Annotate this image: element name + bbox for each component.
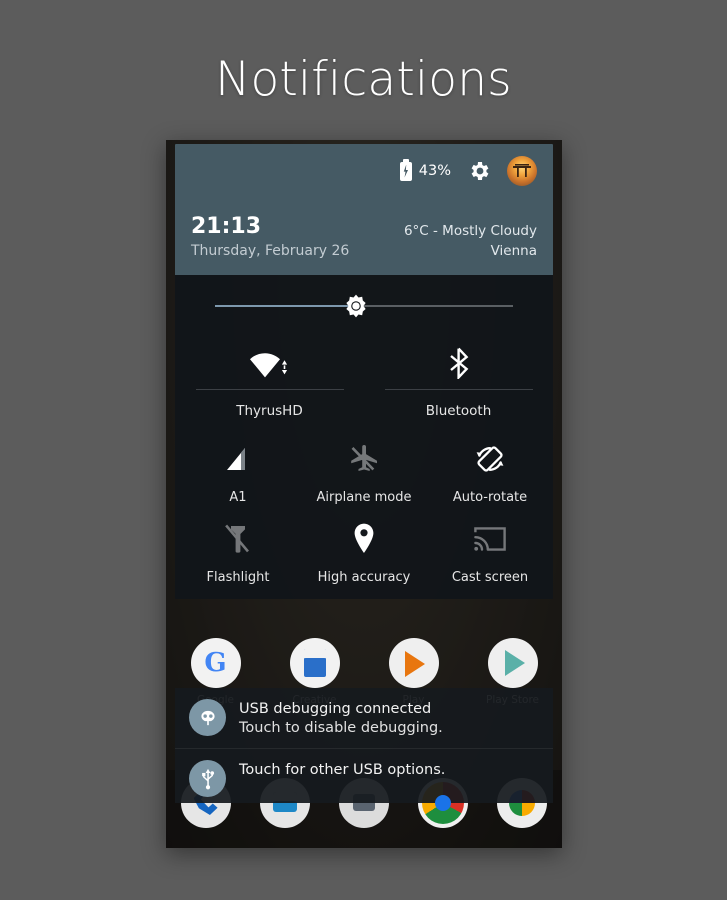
tile-cell-signal[interactable]: A1 xyxy=(175,439,301,505)
tile-divider xyxy=(384,389,533,390)
tile-auto-rotate[interactable]: Auto-rotate xyxy=(427,439,553,505)
tile-label: ThyrusHD xyxy=(236,403,303,419)
quick-tiles-row-2: Flashlight High accuracy Cast screen xyxy=(175,509,553,589)
notification-text: Touch for other USB options. xyxy=(239,760,445,780)
weather-city: Vienna xyxy=(490,243,537,259)
brightness-sun-icon[interactable] xyxy=(343,293,369,319)
cell-signal-icon xyxy=(175,439,301,479)
play-store-app-icon[interactable] xyxy=(487,638,538,688)
notification-title: Touch for other USB options. xyxy=(239,762,446,778)
notification-usb-options[interactable]: Touch for other USB options. xyxy=(175,748,553,803)
connectivity-row: ThyrusHD Bluetooth xyxy=(175,337,553,429)
tile-flashlight[interactable]: Flashlight xyxy=(175,519,301,585)
gear-icon[interactable] xyxy=(467,159,491,183)
tile-label: Auto-rotate xyxy=(452,490,528,505)
docs-app-icon[interactable] xyxy=(289,638,340,688)
clock-date: Thursday, February 26 xyxy=(191,243,350,259)
bluetooth-icon xyxy=(364,343,553,383)
shade-header: 43% 21:13 Thursday, February 26 6°C - Mo… xyxy=(175,144,553,275)
page-title: Notifications xyxy=(215,52,512,107)
tile-bluetooth[interactable]: Bluetooth xyxy=(364,337,553,429)
tile-cast-screen[interactable]: Cast screen xyxy=(427,519,553,585)
tile-location-mode[interactable]: High accuracy xyxy=(301,519,427,585)
tile-wifi[interactable]: ThyrusHD xyxy=(175,337,364,429)
cast-screen-icon xyxy=(427,519,553,559)
notification-usb-debugging[interactable]: USB debugging connected Touch to disable… xyxy=(175,688,553,748)
notification-title: USB debugging connected xyxy=(239,701,432,717)
play-music-app-icon[interactable] xyxy=(388,638,439,688)
quick-tiles-row-1: A1 Airplane mode Auto-rotate xyxy=(175,429,553,509)
tile-label: Airplane mode xyxy=(316,490,412,505)
brightness-fill xyxy=(215,305,359,307)
tile-label: Flashlight xyxy=(206,570,270,585)
tile-label: Cast screen xyxy=(451,570,529,585)
battery-charging-icon xyxy=(399,158,412,181)
phone-frame: Google Creative Play Play Store xyxy=(166,140,562,848)
tile-label: A1 xyxy=(229,490,247,505)
tile-label: High accuracy xyxy=(317,570,411,585)
notification-subtitle: Touch to disable debugging. xyxy=(239,720,443,736)
battery-status: 43% xyxy=(399,158,451,181)
notification-list: USB debugging connected Touch to disable… xyxy=(175,688,553,803)
tile-label: Bluetooth xyxy=(425,403,492,419)
weather-block[interactable]: 6°C - Mostly Cloudy Vienna xyxy=(404,221,537,261)
airplane-off-icon xyxy=(301,439,427,479)
flashlight-off-icon xyxy=(175,519,301,559)
cyanogenmod-bug-icon xyxy=(189,699,226,736)
location-pin-icon xyxy=(301,519,427,559)
weather-condition: 6°C - Mostly Cloudy xyxy=(403,223,537,239)
clock-block[interactable]: 21:13 Thursday, February 26 xyxy=(191,214,349,261)
tile-airplane-mode[interactable]: Airplane mode xyxy=(301,439,427,505)
status-bar: 43% xyxy=(189,154,539,188)
notification-text: USB debugging connected Touch to disable… xyxy=(239,699,443,738)
tile-divider xyxy=(195,389,344,390)
wifi-icon xyxy=(175,343,364,383)
google-app-icon[interactable] xyxy=(190,638,241,688)
clock-time: 21:13 xyxy=(191,214,262,239)
quick-settings-body: ThyrusHD Bluetooth A1 Airplane mode Auto… xyxy=(175,275,553,599)
brightness-slider[interactable] xyxy=(175,275,553,337)
auto-rotate-icon xyxy=(427,439,553,479)
avatar[interactable] xyxy=(507,156,537,186)
usb-icon xyxy=(189,760,226,797)
battery-percent-label: 43% xyxy=(418,163,451,179)
notification-shade: 43% 21:13 Thursday, February 26 6°C - Mo… xyxy=(175,144,553,599)
